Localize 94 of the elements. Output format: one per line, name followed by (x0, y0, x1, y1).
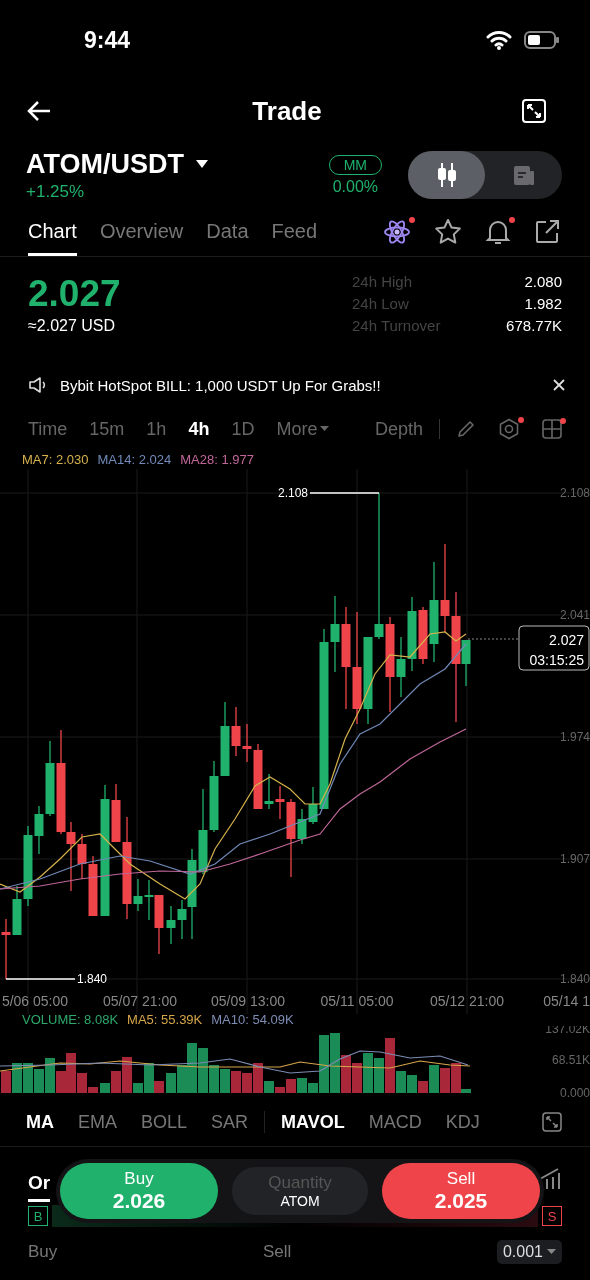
axis-label: 0.000 (559, 1086, 590, 1098)
indicator-tab[interactable]: MA (26, 1111, 54, 1133)
caret-icon (547, 1249, 556, 1255)
volume-bar (231, 1071, 241, 1093)
ma-legend-value: MA28: 1.977 (180, 451, 254, 467)
document-icon (512, 164, 535, 186)
buy-badge: B (28, 1206, 48, 1226)
interval-tab[interactable]: More (276, 418, 330, 440)
caret-icon[interactable] (196, 159, 208, 169)
close-icon[interactable] (553, 379, 565, 391)
axis-label: 68.51K (551, 1053, 590, 1067)
indicator-tab[interactable]: MAVOL (281, 1111, 345, 1133)
expand-icon[interactable] (542, 1112, 562, 1132)
candle (166, 905, 176, 945)
volume-bar (352, 1063, 362, 1093)
leader-line (309, 492, 380, 494)
ma-legend-value: MA14: 2.024 (97, 451, 172, 467)
tab[interactable]: Data (206, 208, 249, 256)
sell-badge: S (542, 1206, 562, 1226)
indicator-tab[interactable]: KDJ (445, 1111, 480, 1133)
volume-bar (220, 1069, 230, 1093)
indicator-tab[interactable]: EMA (78, 1111, 117, 1133)
leader-line (5, 978, 76, 980)
stat-value: 678.77K (506, 317, 562, 334)
stat-label: 24h Turnover (352, 317, 441, 334)
atom-icon[interactable] (383, 218, 411, 246)
candle (1, 918, 11, 980)
axis-label: 05/07 21:00 (103, 993, 177, 1009)
precision-dropdown[interactable]: 0.001 (496, 1240, 562, 1264)
candlestick-view-button[interactable] (408, 151, 485, 199)
bell-icon[interactable] (485, 218, 511, 246)
depth-tab[interactable]: Depth (374, 418, 423, 440)
interval-tab[interactable]: 1h (146, 418, 167, 440)
axis-label: 1.907 (559, 852, 590, 866)
stat-label: 24h High (352, 273, 413, 290)
layout-icon[interactable] (542, 419, 562, 439)
ma-legend-value: MA7: 2.030 (22, 451, 89, 467)
candle (88, 855, 98, 917)
axis-label: 2.108 (559, 486, 590, 500)
volume-legend-value: MA10: 54.09K (211, 1011, 294, 1027)
pair-symbol[interactable]: ATOM/USDT (26, 148, 184, 180)
axis-label: 1.840 (559, 972, 590, 986)
stat-value: 2.080 (524, 273, 562, 290)
axis-label: 05/11 05:00 (320, 993, 394, 1009)
interval-tab[interactable]: 1D (231, 418, 255, 440)
mm-rate: 0.00% (332, 177, 378, 196)
share-icon[interactable] (534, 219, 560, 245)
axis-label: 05/12 21:00 (430, 993, 504, 1009)
interval-tab[interactable]: 15m (89, 418, 125, 440)
status-time: 9:44 (84, 26, 131, 54)
axis-label: 05/09 13:00 (211, 993, 285, 1009)
volume-legend-value: MA5: 55.39K (127, 1011, 203, 1027)
axis-label: 1.974 (559, 730, 590, 744)
order-book-tab[interactable]: Or (28, 1156, 51, 1202)
indicator-tab[interactable]: BOLL (141, 1111, 188, 1133)
back-icon[interactable] (26, 100, 52, 122)
star-icon[interactable] (434, 218, 462, 246)
low-marker-label: 1.840 (77, 972, 108, 986)
volume-bar (12, 1063, 22, 1093)
interval-tab[interactable]: 4h (188, 418, 210, 440)
announcement-text[interactable]: Bybit HotSpot BILL: 1,000 USDT Up For Grabs!! (60, 376, 541, 394)
settings-icon[interactable] (498, 418, 520, 440)
tab[interactable]: Overview (99, 208, 184, 256)
battery-icon (524, 30, 560, 50)
price-tag-value: 2.027 (548, 632, 584, 648)
column-header: Buy (28, 1242, 58, 1262)
speaker-icon (28, 376, 48, 394)
volume-bar (166, 1073, 176, 1093)
indicator-tab[interactable]: SAR (211, 1111, 249, 1133)
axis-label: 05/14 1 (543, 993, 590, 1009)
pencil-icon[interactable] (456, 419, 476, 439)
fiat-price: ≈2.027 USD (28, 317, 117, 335)
buy-button[interactable]: Buy 2.026 (60, 1163, 218, 1219)
volume-bar (440, 1068, 450, 1093)
tab[interactable]: Chart (28, 208, 77, 256)
volume-legend-value: VOLUME: 8.08K (22, 1011, 119, 1027)
column-header: Sell (262, 1242, 292, 1262)
stat-value: 1.982 (524, 295, 562, 312)
volume-bar (23, 1063, 33, 1093)
interval-tab[interactable]: Time (28, 418, 68, 440)
volume-bar (1, 1071, 11, 1093)
axis-label: 2.041 (559, 608, 590, 622)
page-title: Trade (252, 95, 322, 127)
price-change: +1.25% (26, 181, 86, 202)
tab[interactable]: Feed (271, 208, 318, 256)
countdown-timer: 03:15:25 (529, 652, 584, 668)
volume-bar (363, 1053, 373, 1093)
indicator-tab[interactable]: MACD (368, 1111, 422, 1133)
last-price: 2.027 (28, 273, 121, 315)
axis-label: 5/06 05:00 (1, 993, 69, 1009)
wifi-icon (486, 30, 512, 50)
sell-button[interactable]: Sell 2.025 (382, 1163, 540, 1219)
high-marker-label: 2.108 (277, 486, 308, 500)
stat-label: 24h Low (352, 295, 409, 312)
